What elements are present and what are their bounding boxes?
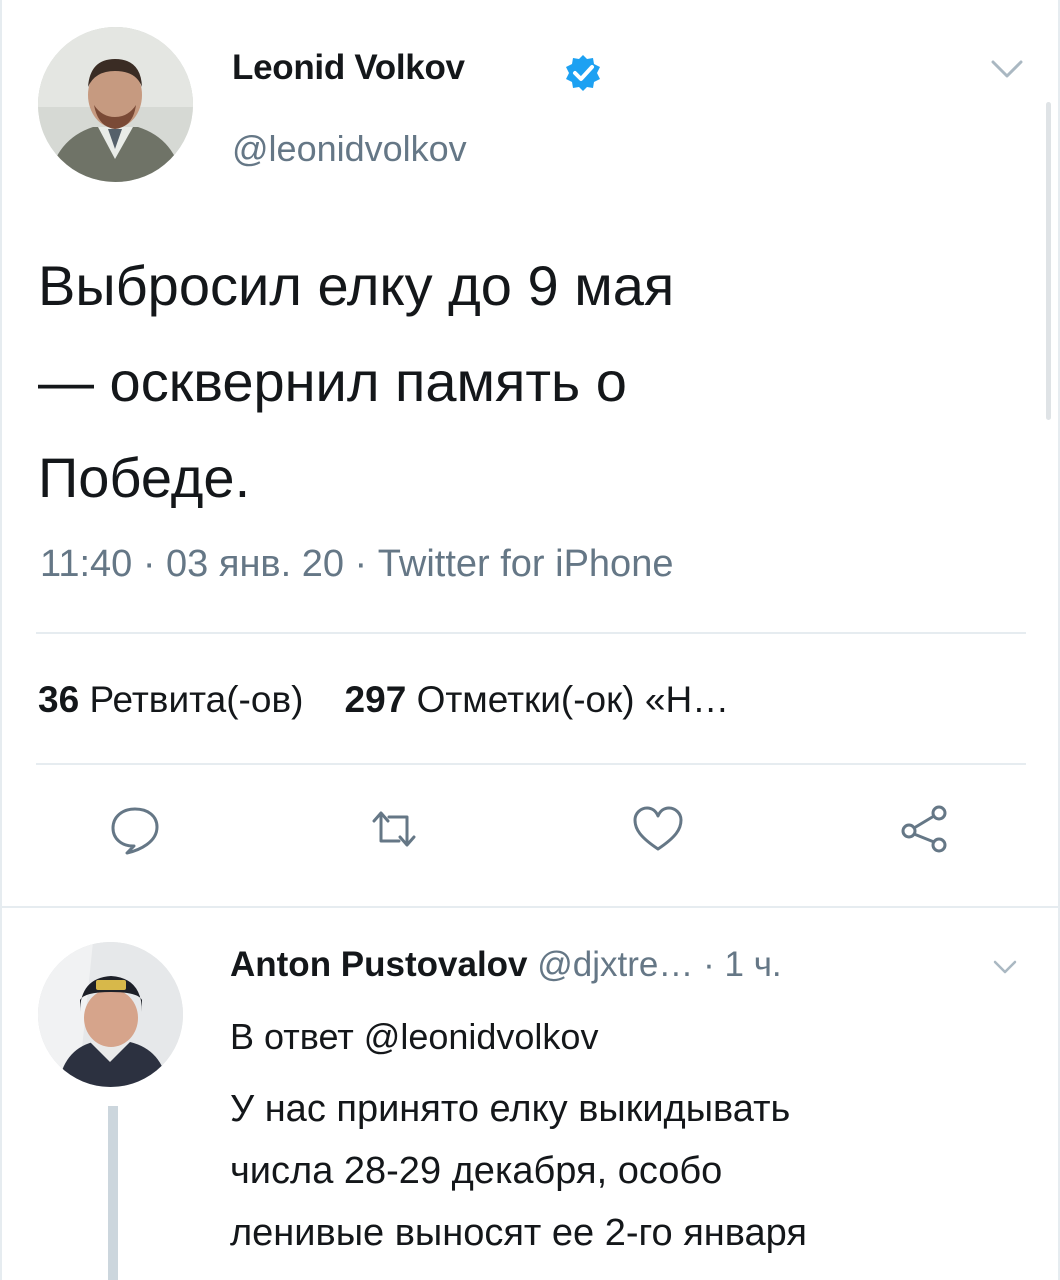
tweet-text: Выбросил елку до 9 мая — осквернил памят… xyxy=(38,254,675,509)
share-icon xyxy=(901,805,947,853)
share-button[interactable] xyxy=(893,797,957,861)
heart-icon xyxy=(633,806,683,851)
reply-text: У нас принято елку выкидывать числа 28-2… xyxy=(230,1078,1030,1264)
scroll-indicator[interactable] xyxy=(1046,102,1051,420)
like-button[interactable] xyxy=(626,797,690,861)
tweet-stats[interactable]: 36 Ретвита(-ов) 297 Отметки(-ок) «Н… xyxy=(38,679,729,721)
thread-line xyxy=(108,1106,118,1280)
reply-author-photo xyxy=(38,942,183,1087)
reply-author-name[interactable]: Anton Pustovalov xyxy=(230,945,528,984)
reply-author-avatar[interactable] xyxy=(38,942,183,1087)
likes-label: Отметки(-ок) «Н… xyxy=(416,679,730,720)
chevron-down-icon[interactable] xyxy=(990,58,1024,80)
chevron-down-icon[interactable] xyxy=(992,958,1018,976)
retweets-label: Ретвита(-ов) xyxy=(89,679,304,720)
retweet-button[interactable] xyxy=(362,797,426,861)
reply-button[interactable] xyxy=(103,797,167,861)
divider xyxy=(36,763,1026,765)
reply-header: Anton Pustovalov @djxtre… · 1 ч. xyxy=(230,945,782,985)
reply-to-label[interactable]: В ответ @leonidvolkov xyxy=(230,1016,598,1058)
reply-text-line: У нас принято елку выкидывать xyxy=(230,1088,791,1130)
author-photo xyxy=(38,27,193,182)
author-name[interactable]: Leonid Volkov xyxy=(232,48,465,88)
author-avatar[interactable] xyxy=(38,27,193,182)
reply-author-handle[interactable]: @djxtre… xyxy=(537,945,693,984)
tweet-timestamp[interactable]: 11:40 · 03 янв. 20 · Twitter for iPhone xyxy=(40,543,673,586)
retweet-icon xyxy=(372,811,416,847)
reply-time[interactable]: · 1 ч. xyxy=(703,945,782,984)
section-divider xyxy=(0,906,1060,908)
reply-text-line: числа 28-29 декабря, особо xyxy=(230,1150,723,1192)
likes-count: 297 xyxy=(344,679,407,720)
divider xyxy=(36,632,1026,634)
comment-icon xyxy=(111,807,159,855)
verified-badge-icon xyxy=(566,55,600,91)
reply-text-line: ленивые выносят ее 2-го января xyxy=(230,1212,807,1254)
retweets-count: 36 xyxy=(38,679,80,720)
author-handle[interactable]: @leonidvolkov xyxy=(232,128,467,170)
